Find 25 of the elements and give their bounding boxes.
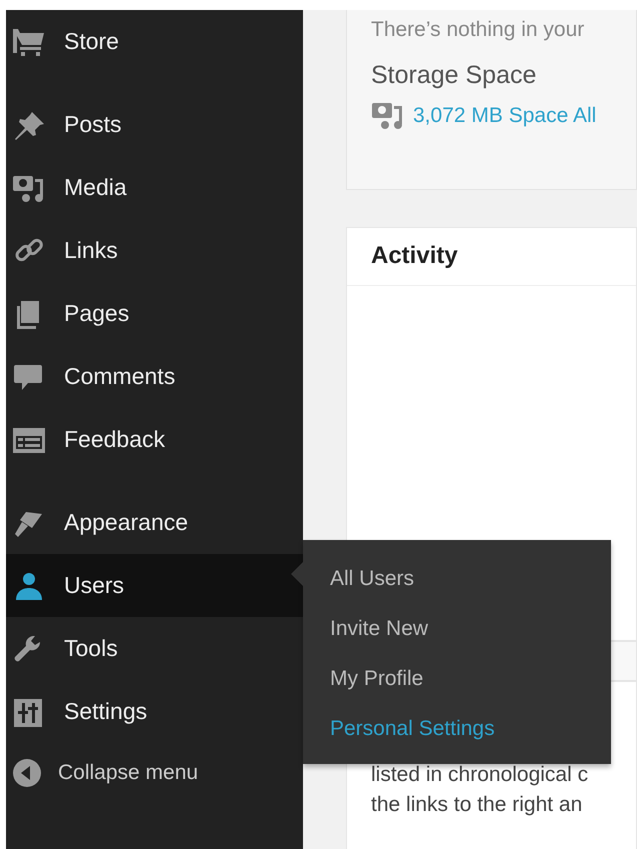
menu-item[interactable]: Comments (6, 345, 303, 408)
cart-icon (12, 26, 46, 56)
menu-item[interactable]: Media (6, 156, 303, 219)
menu-item[interactable]: Settings (6, 680, 303, 743)
menu-item[interactable]: Feedback (6, 408, 303, 471)
body-text-line: listed in chronological c (371, 762, 590, 788)
menu-item[interactable]: Links (6, 219, 303, 282)
menu-item[interactable]: Posts (6, 93, 303, 156)
submenu-item[interactable]: My Profile (303, 654, 611, 704)
pin-icon (12, 110, 46, 140)
submenu-item[interactable]: Invite New (303, 604, 611, 654)
storage-heading: Storage Space (371, 60, 538, 90)
menu-item[interactable]: Appearance (6, 491, 303, 554)
submenu-item[interactable]: Personal Settings (303, 704, 611, 754)
submenu-item[interactable]: All Users (303, 554, 611, 604)
empty-message: There’s nothing in your (371, 17, 586, 43)
menu-item[interactable]: Users (6, 554, 303, 617)
menu-item[interactable]: Tools (6, 617, 303, 680)
menu-item[interactable]: Pages (6, 282, 303, 345)
activity-title: Activity (347, 228, 636, 286)
menu-item[interactable]: Store (6, 10, 303, 73)
media-icon (371, 100, 405, 130)
collapse-icon (12, 758, 42, 788)
body-text-line: the links to the right an (371, 792, 584, 818)
collapse-menu-button[interactable]: Collapse menu (6, 743, 204, 803)
